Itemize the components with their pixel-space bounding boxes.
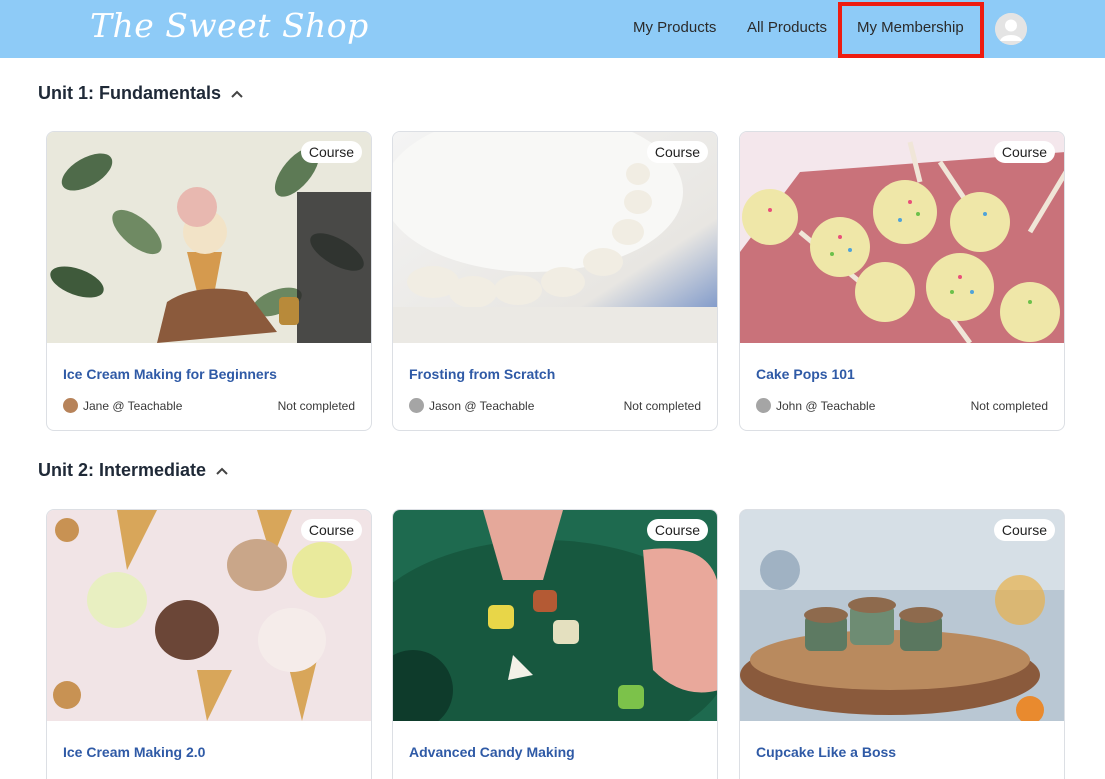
course-badge: Course	[300, 141, 362, 163]
nav-my-products[interactable]: My Products	[633, 19, 716, 36]
course-title[interactable]: Ice Cream Making for Beginners	[63, 366, 277, 382]
course-thumbnail-image	[393, 132, 717, 343]
completion-status: Not completed	[277, 398, 355, 413]
chevron-up-icon[interactable]	[229, 86, 245, 102]
course-title[interactable]: Frosting from Scratch	[409, 366, 555, 382]
course-badge: Course	[993, 141, 1055, 163]
site-logo[interactable]: The Sweet Shop	[90, 6, 369, 45]
unit-2-title: Unit 2: Intermediate	[38, 460, 207, 480]
unit-1-heading: Unit 1: Fundamentals	[38, 83, 245, 104]
course-card-advanced-candy[interactable]: Course Advanced Candy Making	[392, 509, 718, 779]
course-meta: Jane @ Teachable Not completed	[63, 398, 355, 413]
user-avatar-icon[interactable]	[995, 13, 1027, 45]
course-badge: Course	[646, 519, 708, 541]
author-avatar-icon	[756, 398, 771, 413]
course-thumbnail-image	[47, 132, 371, 343]
course-card-frosting[interactable]: Course Frosting from Scratch Jason @ Tea…	[392, 131, 718, 431]
course-thumbnail-image	[740, 132, 1064, 343]
unit-2-heading: Unit 2: Intermediate	[38, 460, 230, 481]
course-thumbnail-image	[47, 510, 371, 721]
highlight-box	[838, 2, 984, 58]
course-badge: Course	[993, 519, 1055, 541]
author-avatar-icon	[409, 398, 424, 413]
course-card-cupcake[interactable]: Course Cupcake Like a Boss	[739, 509, 1065, 779]
author-avatar-icon	[63, 398, 78, 413]
course-title[interactable]: Cupcake Like a Boss	[756, 744, 896, 760]
course-thumbnail-image	[740, 510, 1064, 721]
course-badge: Course	[300, 519, 362, 541]
course-thumbnail-image	[393, 510, 717, 721]
top-navigation-bar: The Sweet Shop My Products All Products …	[0, 0, 1105, 58]
course-meta: Jason @ Teachable Not completed	[409, 398, 701, 413]
author-name: John @ Teachable	[776, 398, 876, 413]
course-card-cake-pops[interactable]: Course Cake Pops 101 John @ Teachable No…	[739, 131, 1065, 431]
course-badge: Course	[646, 141, 708, 163]
course-card-ice-cream-2[interactable]: Course Ice Cream Making 2.0	[46, 509, 372, 779]
course-title[interactable]: Advanced Candy Making	[409, 744, 575, 760]
completion-status: Not completed	[970, 398, 1048, 413]
author-name: Jason @ Teachable	[429, 398, 535, 413]
course-title[interactable]: Ice Cream Making 2.0	[63, 744, 205, 760]
course-meta: John @ Teachable Not completed	[756, 398, 1048, 413]
chevron-up-icon[interactable]	[214, 463, 230, 479]
completion-status: Not completed	[623, 398, 701, 413]
author-name: Jane @ Teachable	[83, 398, 183, 413]
course-title[interactable]: Cake Pops 101	[756, 366, 855, 382]
nav-all-products[interactable]: All Products	[747, 19, 827, 36]
course-card-ice-cream-beginners[interactable]: Course Ice Cream Making for Beginners Ja…	[46, 131, 372, 431]
unit-1-title: Unit 1: Fundamentals	[38, 83, 222, 103]
